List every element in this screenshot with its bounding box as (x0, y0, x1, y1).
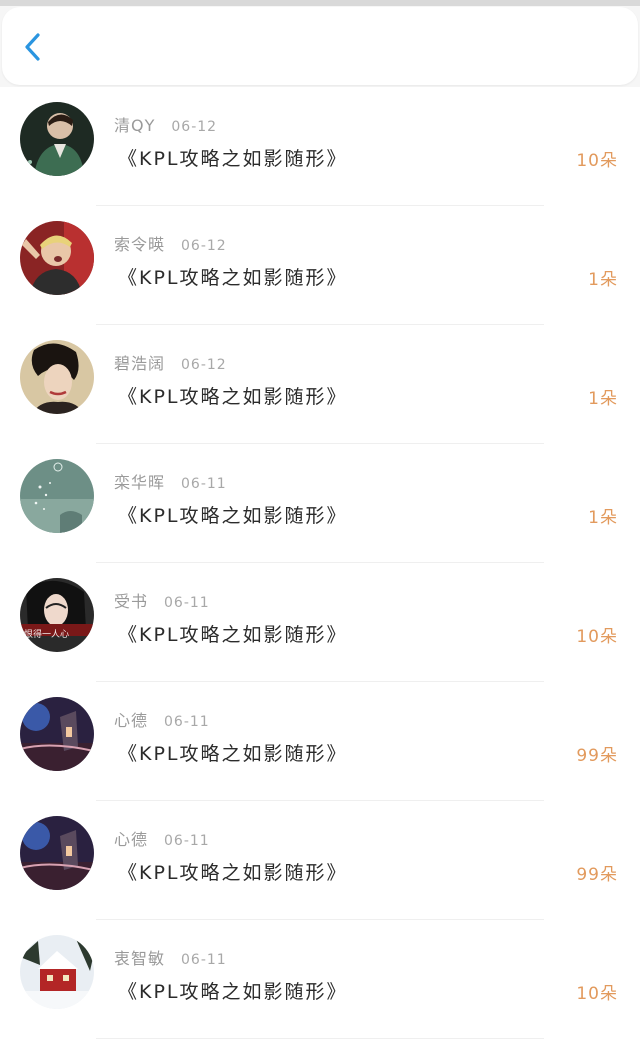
avatar[interactable] (20, 221, 94, 295)
sender-name: 心德 (114, 830, 149, 849)
gift-count: 1朵 (588, 270, 618, 290)
sender-name: 衷智敏 (114, 949, 166, 968)
gift-count: 10朵 (576, 151, 618, 171)
article-title: 《KPL攻略之如影随形》 (118, 267, 348, 289)
send-date: 06-11 (181, 476, 227, 492)
send-date: 06-11 (164, 595, 210, 611)
sender-line: 碧浩阔 06-12 (114, 350, 227, 374)
header-bar (2, 7, 638, 85)
avatar[interactable] (20, 935, 94, 1009)
sender-line: 衷智敏 06-11 (114, 945, 227, 969)
send-date: 06-11 (164, 833, 210, 849)
gift-count: 10朵 (576, 627, 618, 647)
status-strip (0, 0, 640, 6)
sender-name: 索令暎 (114, 235, 166, 254)
list-item[interactable]: 碧浩阔 06-12 《KPL攻略之如影随形》 1朵 (0, 325, 640, 444)
list-item[interactable]: 恨得一人心 受书 06-11 《KPL攻略之如影随形》 10朵 (0, 563, 640, 682)
avatar[interactable]: 恨得一人心 (20, 578, 94, 652)
sender-line: 清QY 06-12 (114, 112, 217, 136)
sender-line: 心德 06-11 (114, 826, 210, 850)
sender-name: 清QY (114, 116, 156, 135)
article-title: 《KPL攻略之如影随形》 (118, 862, 348, 884)
gift-count: 99朵 (576, 746, 618, 766)
sender-name: 受书 (114, 592, 149, 611)
list-item[interactable]: 索令暎 06-12 《KPL攻略之如影随形》 1朵 (0, 206, 640, 325)
gift-count: 1朵 (588, 508, 618, 528)
list-item[interactable]: 心德 06-11 《KPL攻略之如影随形》 99朵 (0, 682, 640, 801)
send-date: 06-12 (181, 238, 227, 254)
sender-line: 索令暎 06-12 (114, 231, 227, 255)
back-button[interactable] (16, 29, 52, 65)
avatar[interactable] (20, 459, 94, 533)
article-title: 《KPL攻略之如影随形》 (118, 505, 348, 527)
sender-name: 心德 (114, 711, 149, 730)
article-title: 《KPL攻略之如影随形》 (118, 624, 348, 646)
sender-name: 碧浩阔 (114, 354, 166, 373)
avatar[interactable] (20, 816, 94, 890)
list-item[interactable]: 衷智敏 06-11 《KPL攻略之如影随形》 10朵 (0, 920, 640, 1039)
gift-count: 99朵 (576, 865, 618, 885)
list-item[interactable]: 心德 06-11 《KPL攻略之如影随形》 99朵 (0, 801, 640, 920)
gift-count: 10朵 (576, 984, 618, 1004)
gift-list: 清QY 06-12 《KPL攻略之如影随形》 10朵 索令暎 06-12 《KPL攻… (0, 87, 640, 1039)
gift-count: 1朵 (588, 389, 618, 409)
article-title: 《KPL攻略之如影随形》 (118, 981, 348, 1003)
avatar[interactable] (20, 697, 94, 771)
avatar[interactable] (20, 102, 94, 176)
list-item[interactable]: 清QY 06-12 《KPL攻略之如影随形》 10朵 (0, 87, 640, 206)
avatar[interactable] (20, 340, 94, 414)
sender-line: 受书 06-11 (114, 588, 210, 612)
send-date: 06-11 (164, 714, 210, 730)
send-date: 06-12 (171, 119, 218, 135)
sender-line: 栾华晖 06-11 (114, 469, 227, 493)
list-item[interactable]: 栾华晖 06-11 《KPL攻略之如影随形》 1朵 (0, 444, 640, 563)
chevron-left-icon (25, 33, 40, 61)
article-title: 《KPL攻略之如影随形》 (118, 743, 348, 765)
sender-name: 栾华晖 (114, 473, 166, 492)
send-date: 06-12 (181, 357, 227, 373)
avatar-watermark: 恨得一人心 (24, 630, 70, 640)
article-title: 《KPL攻略之如影随形》 (118, 386, 348, 408)
send-date: 06-11 (181, 952, 227, 968)
article-title: 《KPL攻略之如影随形》 (118, 148, 348, 170)
sender-line: 心德 06-11 (114, 707, 210, 731)
